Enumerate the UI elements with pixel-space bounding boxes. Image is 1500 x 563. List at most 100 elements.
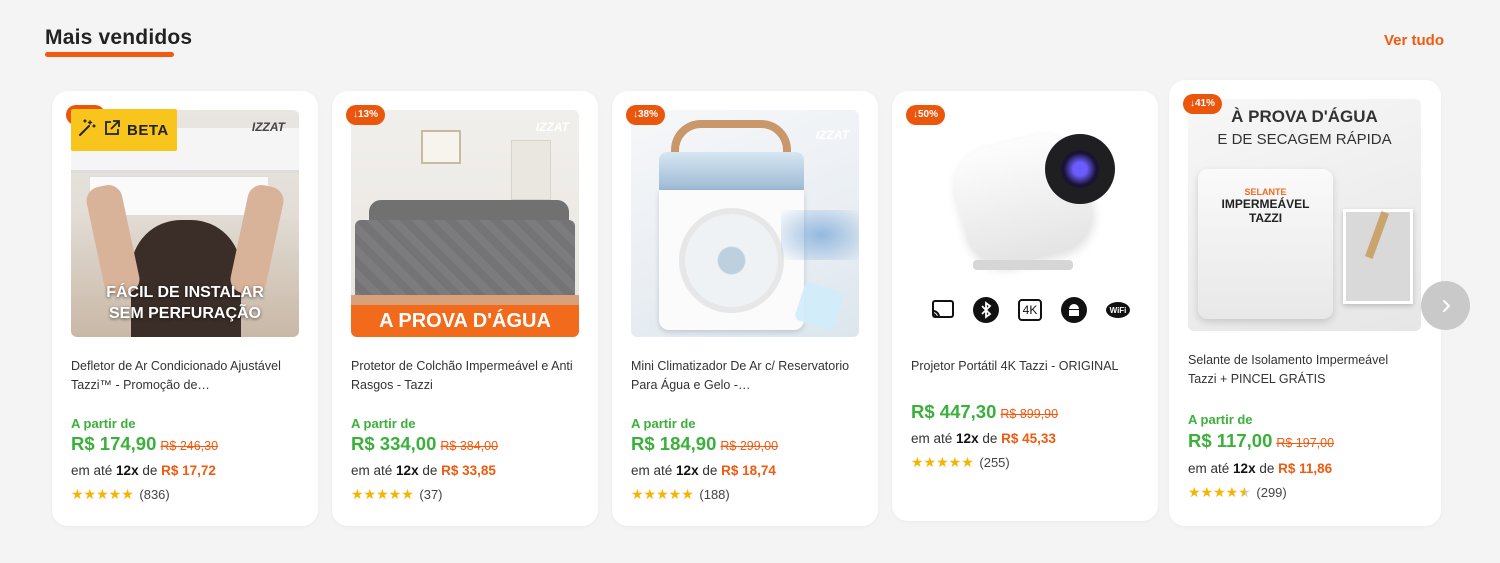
installment-info: em até 12x de R$ 45,33 bbox=[911, 431, 1056, 446]
product-card[interactable]: 4K WiFi ↓50% Projetor Portátil 4K Tazzi … bbox=[892, 91, 1158, 521]
product-name[interactable]: Selante de Isolamento Impermeável Tazzi … bbox=[1188, 351, 1413, 389]
product-name[interactable]: Mini Climatizador De Ar c/ Reservatorio … bbox=[631, 357, 856, 395]
star-rating-icon: ★★★★★ bbox=[1188, 484, 1251, 500]
old-price: R$ 299,00 bbox=[720, 439, 779, 453]
rating: ★★★★★ (255) bbox=[911, 454, 1010, 471]
discount-badge: ↓50% bbox=[906, 105, 946, 125]
rating: ★★★★★ (37) bbox=[351, 486, 443, 503]
product-image[interactable]: IZZAT bbox=[631, 110, 859, 337]
image-headline-1: À PROVA D'ÁGUA bbox=[1231, 107, 1378, 126]
feature-icons-row: 4K WiFi bbox=[931, 297, 1131, 323]
installment-count: 12x bbox=[956, 431, 979, 446]
wifi-icon: WiFi bbox=[1106, 302, 1130, 318]
star-rating-icon: ★★★★★ bbox=[351, 486, 414, 502]
rating: ★★★★★ (188) bbox=[631, 486, 730, 503]
image-label-1: SELANTE bbox=[1244, 187, 1287, 197]
cast-icon bbox=[932, 300, 954, 318]
price-row: R$ 117,00 R$ 197,00 bbox=[1188, 430, 1334, 452]
4k-icon: 4K bbox=[1017, 299, 1043, 321]
installment-count: 12x bbox=[1233, 461, 1256, 476]
review-count: (299) bbox=[1256, 485, 1287, 500]
product-card[interactable]: IZZAT A PROVA D'ÁGUA ↓13% Protetor de Co… bbox=[332, 91, 598, 526]
review-count: (37) bbox=[419, 487, 443, 502]
image-brand-logo: IZZAT bbox=[535, 120, 569, 134]
bluetooth-icon bbox=[973, 297, 1000, 323]
installment-mid: de bbox=[982, 431, 998, 446]
carousel-next-button[interactable] bbox=[1421, 281, 1470, 330]
installment-info: em até 12x de R$ 33,85 bbox=[351, 463, 496, 478]
from-label: A partir de bbox=[71, 416, 136, 431]
android-icon bbox=[1060, 297, 1087, 323]
star-rating-icon: ★★★★★ bbox=[911, 454, 974, 470]
see-all-link[interactable]: Ver tudo bbox=[1384, 32, 1444, 49]
product-card[interactable]: À PROVA D'ÁGUA E DE SECAGEM RÁPIDA SELAN… bbox=[1169, 80, 1441, 526]
magic-wand-icon[interactable] bbox=[77, 118, 97, 143]
installment-value: R$ 33,85 bbox=[441, 463, 496, 478]
installment-value: R$ 18,74 bbox=[721, 463, 776, 478]
price-row: R$ 174,90 R$ 246,30 bbox=[71, 433, 218, 455]
product-name[interactable]: Projetor Portátil 4K Tazzi - ORIGINAL bbox=[911, 357, 1136, 376]
image-brand-logo: IZZAT bbox=[251, 120, 285, 134]
from-label: A partir de bbox=[1188, 412, 1253, 427]
product-name[interactable]: Protetor de Colchão Impermeável e Anti R… bbox=[351, 357, 576, 395]
section-title: Mais vendidos bbox=[45, 26, 193, 49]
installment-count: 12x bbox=[396, 463, 419, 478]
old-price: R$ 246,30 bbox=[160, 439, 219, 453]
price-row: R$ 184,90 R$ 299,00 bbox=[631, 433, 778, 455]
rating: ★★★★★ (836) bbox=[71, 486, 170, 503]
beta-label: BETA bbox=[127, 121, 169, 139]
beta-tool-badge[interactable]: BETA bbox=[71, 109, 177, 151]
review-count: (255) bbox=[979, 455, 1010, 470]
from-label: A partir de bbox=[351, 416, 416, 431]
discount-badge: ↓38% bbox=[626, 105, 666, 125]
chevron-right-icon bbox=[1442, 299, 1450, 312]
star-rating-icon: ★★★★★ bbox=[631, 486, 694, 502]
review-count: (188) bbox=[699, 487, 730, 502]
product-card[interactable]: IZZAT FÁCIL DE INSTALAR SEM PERFURAÇÃO ↓… bbox=[52, 91, 318, 526]
product-image[interactable]: 4K WiFi bbox=[911, 110, 1139, 337]
product-card[interactable]: IZZAT ↓38% Mini Climatizador De Ar c/ Re… bbox=[612, 91, 878, 526]
old-price: R$ 899,90 bbox=[1000, 407, 1059, 421]
old-price: R$ 197,00 bbox=[1276, 436, 1335, 450]
price: R$ 174,90 bbox=[71, 433, 157, 454]
old-price: R$ 384,00 bbox=[440, 439, 499, 453]
installment-prefix: em até bbox=[351, 463, 393, 478]
installment-value: R$ 45,33 bbox=[1001, 431, 1056, 446]
price: R$ 184,90 bbox=[631, 433, 717, 454]
image-headline-2: E DE SECAGEM RÁPIDA bbox=[1217, 131, 1392, 148]
image-label-2: IMPERMEÁVEL bbox=[1221, 197, 1310, 211]
price: R$ 447,30 bbox=[911, 401, 997, 422]
installment-mid: de bbox=[1259, 461, 1275, 476]
installment-prefix: em até bbox=[631, 463, 673, 478]
installment-count: 12x bbox=[116, 463, 139, 478]
price: R$ 334,00 bbox=[351, 433, 437, 454]
from-label: A partir de bbox=[631, 416, 696, 431]
review-count: (836) bbox=[139, 487, 170, 502]
installment-prefix: em até bbox=[1188, 461, 1230, 476]
product-name[interactable]: Defletor de Ar Condicionado Ajustável Ta… bbox=[71, 357, 296, 395]
image-caption: A PROVA D'ÁGUA bbox=[379, 310, 551, 332]
installment-info: em até 12x de R$ 18,74 bbox=[631, 463, 776, 478]
star-rating-icon: ★★★★★ bbox=[71, 486, 134, 502]
installment-prefix: em até bbox=[911, 431, 953, 446]
image-brand-logo: IZZAT bbox=[815, 128, 849, 142]
svg-text:WiFi: WiFi bbox=[1110, 306, 1127, 315]
installment-info: em até 12x de R$ 17,72 bbox=[71, 463, 216, 478]
price-row: R$ 334,00 R$ 384,00 bbox=[351, 433, 498, 455]
discount-badge: ↓13% bbox=[346, 105, 386, 125]
external-link-icon[interactable] bbox=[103, 119, 121, 142]
installment-mid: de bbox=[422, 463, 438, 478]
image-caption: FÁCIL DE INSTALAR SEM PERFURAÇÃO bbox=[106, 284, 264, 322]
price-row: R$ 447,30 R$ 899,90 bbox=[911, 401, 1058, 423]
price: R$ 117,00 bbox=[1188, 430, 1273, 451]
installment-value: R$ 11,86 bbox=[1278, 461, 1333, 476]
discount-badge: ↓41% bbox=[1183, 94, 1223, 114]
installment-mid: de bbox=[142, 463, 158, 478]
installment-prefix: em até bbox=[71, 463, 113, 478]
product-image[interactable]: À PROVA D'ÁGUA E DE SECAGEM RÁPIDA SELAN… bbox=[1188, 99, 1421, 331]
image-label-3: TAZZI bbox=[1248, 211, 1283, 225]
rating: ★★★★★ (299) bbox=[1188, 484, 1287, 501]
installment-info: em até 12x de R$ 11,86 bbox=[1188, 461, 1332, 476]
product-image[interactable]: IZZAT A PROVA D'ÁGUA bbox=[351, 110, 579, 337]
installment-value: R$ 17,72 bbox=[161, 463, 216, 478]
